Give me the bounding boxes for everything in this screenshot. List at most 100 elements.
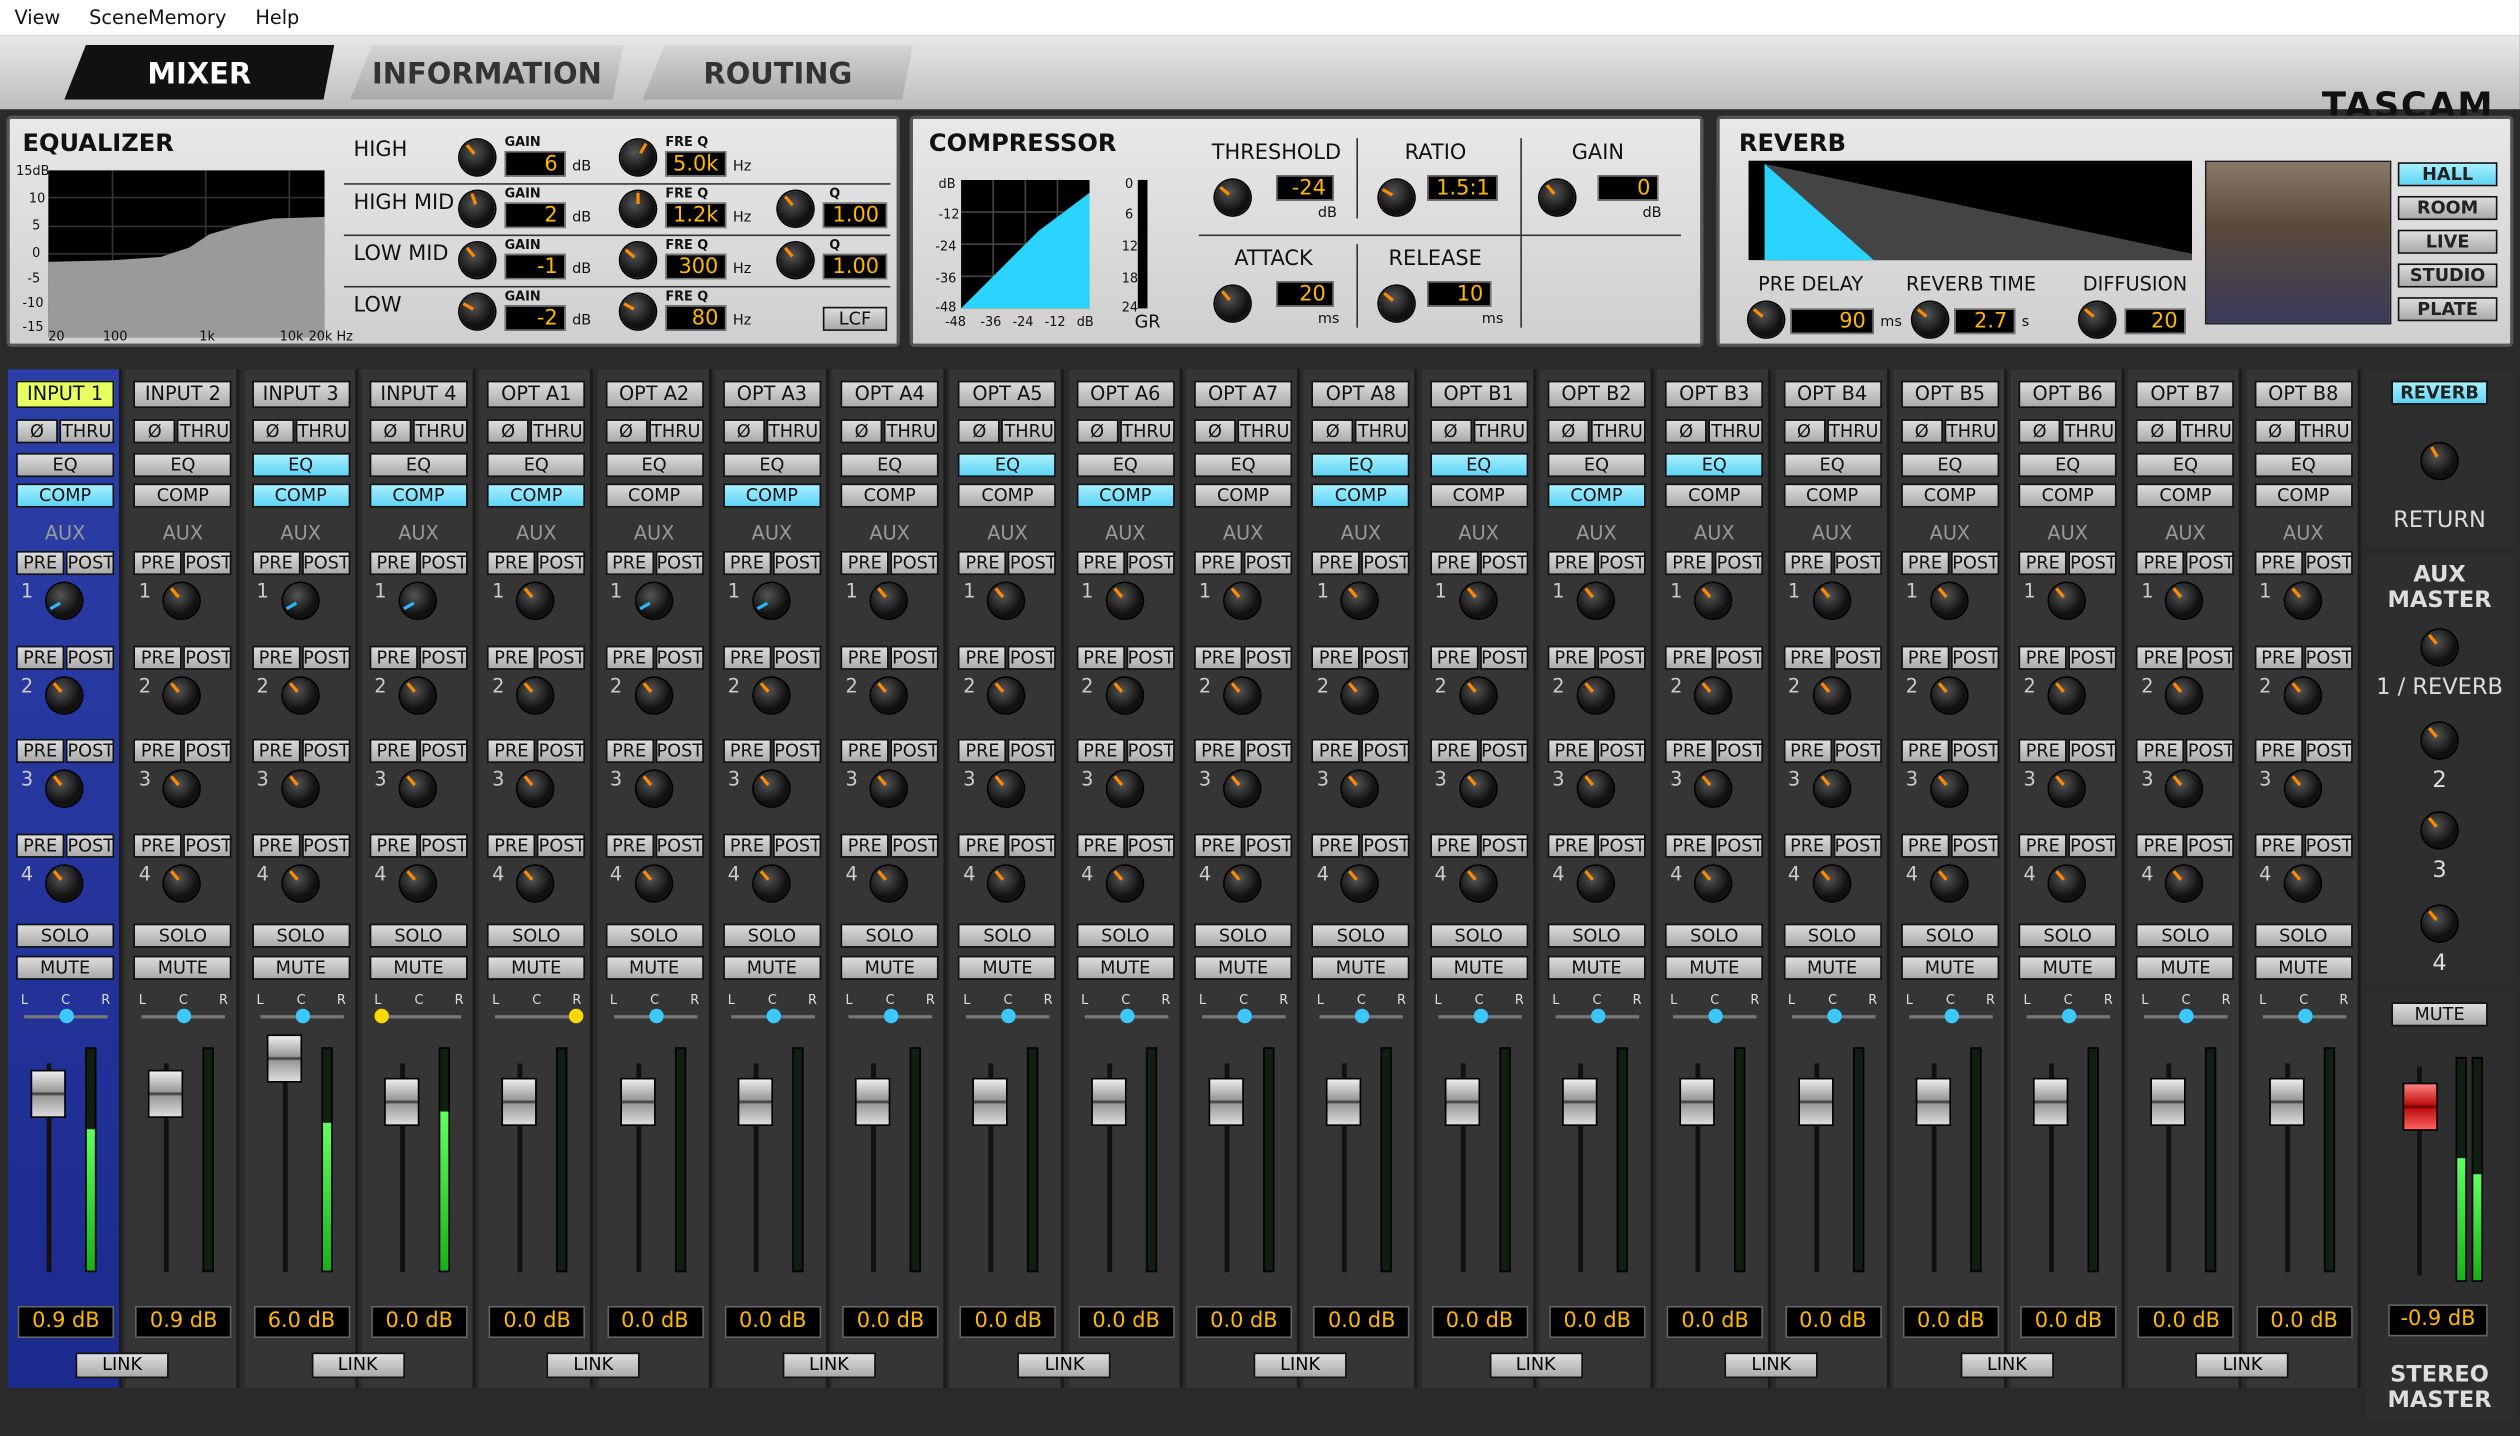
aux3-send-knob[interactable] <box>1695 771 1732 807</box>
comp-gain-value[interactable]: 0 <box>1597 175 1659 201</box>
aux2-post-button[interactable]: POST <box>65 645 115 670</box>
pan-slider[interactable] <box>1791 1008 1875 1024</box>
reverb-time-knob[interactable] <box>1912 301 1948 338</box>
fader-value[interactable]: 0.0 dB <box>1666 1305 1764 1339</box>
solo-button[interactable]: SOLO <box>369 923 468 948</box>
aux4-send-knob[interactable] <box>871 865 907 902</box>
mute-button[interactable]: MUTE <box>1547 955 1646 980</box>
channel-name[interactable]: INPUT 1 <box>16 380 115 409</box>
aux4-pre-button[interactable]: PRE <box>722 833 772 858</box>
thru-button[interactable]: THRU <box>648 419 704 444</box>
thru-button[interactable]: THRU <box>530 419 586 444</box>
eq-high-gain-knob[interactable] <box>459 139 495 176</box>
threshold-value[interactable]: -24 <box>1276 175 1334 201</box>
menu-scene-memory[interactable]: SceneMemory <box>75 6 241 28</box>
eq-button[interactable]: EQ <box>1547 452 1646 478</box>
comp-button[interactable]: COMP <box>840 483 939 508</box>
eq-button[interactable]: EQ <box>1076 452 1175 478</box>
aux3-post-button[interactable]: POST <box>2304 738 2353 763</box>
pan-slider[interactable] <box>966 1008 1051 1024</box>
solo-button[interactable]: SOLO <box>16 923 115 948</box>
aux2-pre-button[interactable]: PRE <box>251 645 300 670</box>
tab-mixer[interactable]: MIXER <box>64 44 335 100</box>
eq-button[interactable]: EQ <box>722 452 821 478</box>
channel-name[interactable]: OPT A8 <box>1311 380 1410 409</box>
pan-knob[interactable] <box>2297 1008 2313 1024</box>
solo-button[interactable]: SOLO <box>1194 923 1293 948</box>
eq-button[interactable]: EQ <box>605 452 704 478</box>
solo-button[interactable]: SOLO <box>1547 923 1646 948</box>
aux1-pre-button[interactable]: PRE <box>958 550 1007 576</box>
aux3-post-button[interactable]: POST <box>537 738 586 763</box>
channel-name[interactable]: OPT A2 <box>605 380 704 409</box>
aux4-post-button[interactable]: POST <box>2186 833 2235 858</box>
mute-button[interactable]: MUTE <box>2254 955 2353 980</box>
pan-knob[interactable] <box>1473 1008 1488 1024</box>
aux4-post-button[interactable]: POST <box>2304 833 2353 858</box>
solo-button[interactable]: SOLO <box>2254 923 2353 948</box>
eq-button[interactable]: EQ <box>1429 452 1528 478</box>
pan-slider[interactable] <box>495 1008 584 1024</box>
tab-information[interactable]: INFORMATION <box>350 44 624 100</box>
aux4-pre-button[interactable]: PRE <box>1076 833 1125 858</box>
aux1-send-knob[interactable] <box>1224 583 1260 619</box>
aux2-pre-button[interactable]: PRE <box>1547 645 1596 670</box>
phase-button[interactable]: Ø <box>133 419 176 444</box>
pan-knob[interactable] <box>1944 1008 1959 1024</box>
pan-slider[interactable] <box>374 1008 462 1024</box>
phase-button[interactable]: Ø <box>369 419 412 444</box>
aux3-post-button[interactable]: POST <box>1126 738 1175 763</box>
eq-button[interactable]: EQ <box>16 452 115 478</box>
thru-button[interactable]: THRU <box>1001 419 1057 444</box>
pan-slider[interactable] <box>2026 1008 2111 1024</box>
comp-button[interactable]: COMP <box>1783 483 1882 508</box>
channel-name[interactable]: OPT B6 <box>2018 380 2117 409</box>
mute-button[interactable]: MUTE <box>1194 955 1293 980</box>
pan-knob[interactable] <box>295 1008 310 1024</box>
eq-low-gain-knob[interactable] <box>459 293 495 330</box>
aux4-post-button[interactable]: POST <box>654 833 704 858</box>
aux1-send-knob[interactable] <box>871 583 907 619</box>
eq-highmid-freq-value[interactable]: 1.2k <box>665 202 727 229</box>
pan-knob[interactable] <box>1001 1008 1017 1024</box>
aux2-send-knob[interactable] <box>517 677 554 714</box>
link-button[interactable]: LINK <box>782 1352 876 1379</box>
aux1-pre-button[interactable]: PRE <box>1783 550 1832 576</box>
aux1-send-knob[interactable] <box>164 583 200 619</box>
tab-routing[interactable]: ROUTING <box>642 44 913 100</box>
eq-button[interactable]: EQ <box>1900 452 1999 478</box>
aux4-pre-button[interactable]: PRE <box>369 833 418 858</box>
comp-button[interactable]: COMP <box>1900 483 1999 508</box>
aux1-send-knob[interactable] <box>1342 583 1378 619</box>
aux1-send-knob[interactable] <box>753 583 789 619</box>
aux3-send-knob[interactable] <box>46 771 82 807</box>
fader-value[interactable]: 0.9 dB <box>135 1305 232 1339</box>
aux3-post-button[interactable]: POST <box>1479 738 1528 763</box>
solo-button[interactable]: SOLO <box>1665 923 1764 948</box>
link-button[interactable]: LINK <box>2195 1352 2290 1379</box>
aux2-post-button[interactable]: POST <box>654 645 704 670</box>
attack-knob[interactable] <box>1214 285 1251 322</box>
fader-value[interactable]: 0.0 dB <box>842 1305 939 1339</box>
aux2-send-knob[interactable] <box>46 677 82 714</box>
comp-button[interactable]: COMP <box>1665 483 1764 508</box>
pan-knob[interactable] <box>1237 1008 1252 1024</box>
solo-button[interactable]: SOLO <box>487 923 586 948</box>
aux2-pre-button[interactable]: PRE <box>1900 645 1950 670</box>
pan-knob[interactable] <box>1119 1008 1135 1024</box>
channel-name[interactable]: OPT A5 <box>958 380 1057 409</box>
channel-fader[interactable] <box>501 1077 538 1127</box>
link-button[interactable]: LINK <box>75 1352 169 1379</box>
aux4-pre-button[interactable]: PRE <box>1194 833 1243 858</box>
aux4-post-button[interactable]: POST <box>1361 833 1410 858</box>
pan-slider[interactable] <box>1555 1008 1640 1024</box>
solo-button[interactable]: SOLO <box>722 923 821 948</box>
phase-button[interactable]: Ø <box>958 419 1001 444</box>
aux2-post-button[interactable]: POST <box>1243 645 1293 670</box>
channel-fader[interactable] <box>1208 1077 1244 1127</box>
eq-button[interactable]: EQ <box>2136 452 2235 478</box>
aux1-send-knob[interactable] <box>399 583 436 619</box>
aux3-send-knob[interactable] <box>1106 771 1143 807</box>
mute-button[interactable]: MUTE <box>605 955 704 980</box>
aux2-pre-button[interactable]: PRE <box>1783 645 1832 670</box>
